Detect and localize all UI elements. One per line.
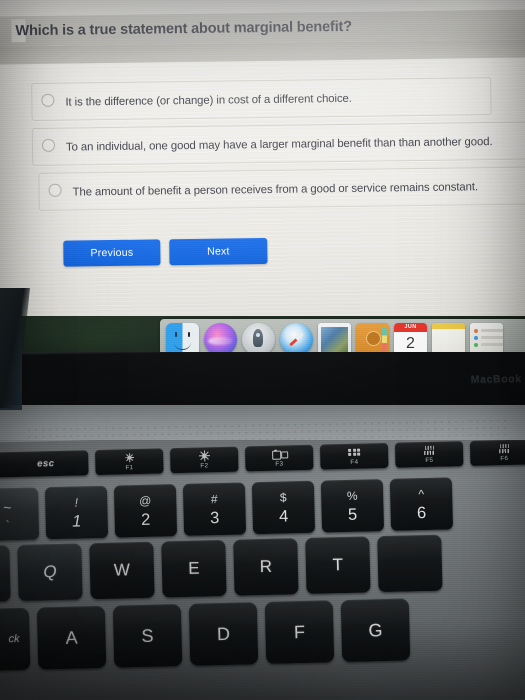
key-3[interactable]: # 3 xyxy=(182,482,247,536)
previous-button[interactable]: Previous xyxy=(63,239,161,267)
key-4-main: 4 xyxy=(278,507,289,526)
key-esc-label: esc xyxy=(36,458,55,470)
key-f4[interactable]: F4 xyxy=(319,442,389,470)
key-3-shift: # xyxy=(210,492,218,507)
brightness-up-icon xyxy=(198,450,210,462)
answer-option-c[interactable]: The amount of benefit a person receives … xyxy=(38,166,525,211)
key-f3[interactable]: F3 xyxy=(244,444,314,472)
key-f2-label: F2 xyxy=(200,461,209,470)
answer-option-b-label: To an individual, one good may have a la… xyxy=(65,136,493,154)
key-4[interactable]: $ 4 xyxy=(251,480,316,535)
key-r-label: R xyxy=(259,556,273,577)
key-t[interactable]: T xyxy=(305,536,371,594)
key-d[interactable]: D xyxy=(188,602,259,666)
key-q-label: Q xyxy=(43,562,57,582)
photo-of-laptop-screen: Which is a true statement about marginal… xyxy=(0,0,525,700)
key-backtick-shift: ~ xyxy=(3,498,12,515)
key-1-main: 1 xyxy=(71,512,82,531)
key-1[interactable]: ! 1 xyxy=(44,485,109,540)
answer-option-a-label: It is the difference (or change) in cost… xyxy=(65,92,352,109)
key-g-label: G xyxy=(368,619,383,640)
answer-option-c-label: The amount of benefit a person receives … xyxy=(72,181,479,199)
key-caps-lock[interactable]: ck xyxy=(0,607,31,673)
keyboard-backlight-up-icon xyxy=(497,443,510,454)
calendar-month: JUN xyxy=(394,322,427,332)
key-1-shift: ! xyxy=(74,495,79,510)
safari-icon[interactable] xyxy=(280,322,313,356)
key-w[interactable]: W xyxy=(89,541,155,600)
key-s-label: S xyxy=(141,625,154,646)
key-e-label: E xyxy=(188,558,200,578)
siri-icon[interactable] xyxy=(204,322,237,356)
key-r[interactable]: R xyxy=(233,538,299,596)
keyboard-backlight-down-icon xyxy=(422,445,435,456)
finder-icon[interactable] xyxy=(166,322,199,356)
key-tab[interactable] xyxy=(0,545,11,603)
mission-control-icon xyxy=(272,449,289,460)
answer-option-b[interactable]: To an individual, one good may have a la… xyxy=(31,121,525,167)
macbook-brand-label: MacBook xyxy=(470,372,522,386)
key-f3-label: F3 xyxy=(275,459,284,468)
key-2-shift: @ xyxy=(138,493,152,509)
key-5-shift: % xyxy=(346,488,358,504)
key-6-shift: ^ xyxy=(418,487,425,502)
key-g[interactable]: G xyxy=(340,598,411,663)
key-t-label: T xyxy=(332,555,344,575)
key-2[interactable]: @ 2 xyxy=(113,484,178,538)
laptop-screen: Which is a true statement about marginal… xyxy=(0,0,525,322)
key-s[interactable]: S xyxy=(112,604,183,668)
key-f1[interactable]: F1 xyxy=(94,448,164,476)
key-backtick-main: ` xyxy=(5,517,10,532)
key-w-label: W xyxy=(113,560,131,580)
key-backtick[interactable]: ~ ` xyxy=(0,487,40,541)
key-6[interactable]: ^ 6 xyxy=(389,477,454,531)
key-e[interactable]: E xyxy=(161,539,227,598)
radio-button-a[interactable] xyxy=(41,93,55,107)
key-4-shift: $ xyxy=(279,490,287,505)
key-f-label: F xyxy=(293,621,306,642)
contacts-icon[interactable] xyxy=(356,322,389,356)
mail-icon[interactable] xyxy=(318,322,351,356)
key-5-main: 5 xyxy=(347,505,358,525)
key-f1-label: F1 xyxy=(125,463,134,471)
key-q[interactable]: Q xyxy=(17,543,83,602)
key-f[interactable]: F xyxy=(264,600,335,664)
key-a[interactable]: A xyxy=(36,605,107,670)
key-6-main: 6 xyxy=(416,504,427,523)
key-f2[interactable]: F2 xyxy=(169,446,239,474)
reminders-icon[interactable] xyxy=(470,322,503,356)
keyboard-letter-row-home: ck A S D F G xyxy=(0,598,411,673)
launchpad-icon[interactable] xyxy=(242,322,275,356)
launchpad-grid-icon xyxy=(347,447,361,457)
key-5[interactable]: % 5 xyxy=(320,479,385,533)
brightness-down-icon xyxy=(124,453,134,463)
calendar-icon[interactable]: JUN 2 xyxy=(394,322,427,356)
key-f5[interactable]: F5 xyxy=(394,441,464,468)
key-f6[interactable]: F6 xyxy=(469,440,525,466)
key-3-main: 3 xyxy=(209,509,220,528)
quiz-navigation: Previous Next xyxy=(63,237,268,267)
answer-option-a[interactable]: It is the difference (or change) in cost… xyxy=(31,77,492,122)
key-d-label: D xyxy=(216,623,231,644)
key-a-label: A xyxy=(65,627,78,648)
key-f5-label: F5 xyxy=(425,456,434,464)
keyboard-number-row: ~ ` ! 1 @ 2 # 3 $ 4 % 5 ^ 6 xyxy=(0,477,454,541)
key-caps-lock-label: ck xyxy=(8,632,20,646)
next-button[interactable]: Next xyxy=(169,237,268,266)
key-esc[interactable]: esc xyxy=(0,450,89,478)
question-text: Which is a true statement about marginal… xyxy=(15,18,352,40)
laptop-keyboard: esc F1 F2 F3 F4 F5 F6 ~ ` ! 1 @ 2 # 3 $ … xyxy=(0,440,525,700)
answer-options-list: It is the difference (or change) in cost… xyxy=(31,77,525,219)
key-y[interactable] xyxy=(377,534,443,593)
radio-button-c[interactable] xyxy=(48,183,62,197)
key-f4-label: F4 xyxy=(350,458,359,466)
notes-icon[interactable] xyxy=(432,322,465,356)
radio-button-b[interactable] xyxy=(41,138,56,152)
keyboard-letter-row-top: Q W E R T xyxy=(0,534,443,603)
keyboard-function-row: esc F1 F2 F3 F4 F5 F6 xyxy=(0,440,525,478)
key-f6-label: F6 xyxy=(500,454,509,462)
key-2-main: 2 xyxy=(140,511,151,530)
